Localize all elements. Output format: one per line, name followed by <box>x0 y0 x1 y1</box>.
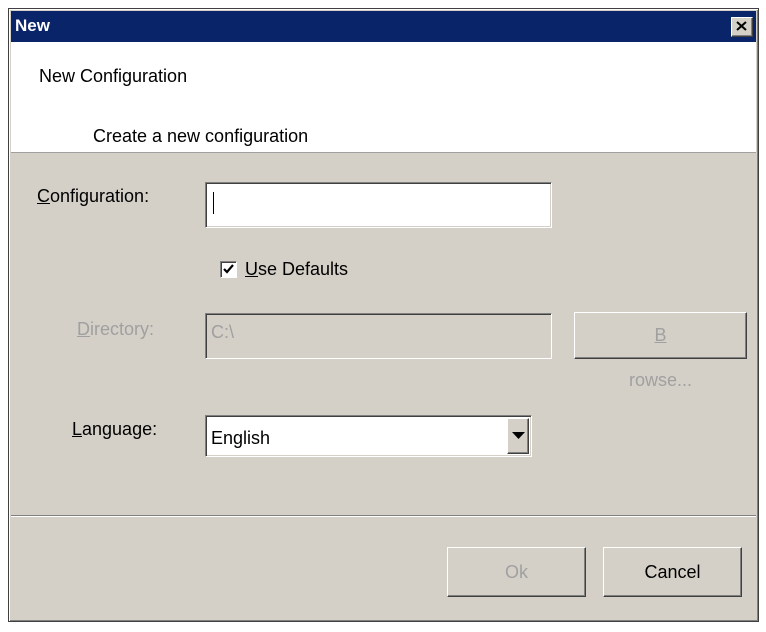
use-defaults-checkbox[interactable] <box>220 261 237 278</box>
ok-button-label: Ok <box>504 562 528 582</box>
header-title: New Configuration <box>39 66 188 86</box>
language-dropdown-button[interactable] <box>507 418 529 454</box>
language-label-mnemonic: L <box>72 419 83 439</box>
directory-label-rest: irectory: <box>90 319 155 339</box>
language-label: Language: <box>72 419 157 440</box>
directory-input[interactable]: C:\ <box>205 313 552 359</box>
language-selected-value: English <box>211 428 271 448</box>
browse-button-rest: rowse... <box>628 370 693 390</box>
chevron-down-icon <box>512 432 525 439</box>
window-title: New <box>15 16 50 35</box>
footer-separator <box>11 515 756 517</box>
configuration-label-rest: onfiguration: <box>50 186 150 206</box>
ok-button[interactable]: Ok <box>447 547 586 597</box>
title-bar[interactable]: New <box>11 11 756 42</box>
language-select[interactable]: English <box>205 415 532 457</box>
configuration-label-mnemonic: C <box>37 186 50 206</box>
cancel-button[interactable]: Cancel <box>603 547 742 597</box>
cancel-button-label: Cancel <box>644 562 701 582</box>
dialog-header: New Configuration Create a new configura… <box>11 42 756 153</box>
close-icon <box>736 21 747 31</box>
directory-label: Directory: <box>77 319 154 340</box>
check-icon <box>223 264 234 274</box>
directory-input-value: C:\ <box>211 322 235 342</box>
browse-button-mnemonic: B <box>654 325 667 345</box>
configuration-input[interactable] <box>205 182 552 228</box>
header-description: Create a new configuration <box>93 126 309 146</box>
text-cursor <box>213 192 214 214</box>
use-defaults-label[interactable]: Use Defaults <box>245 259 348 280</box>
browse-button-label: Browse... <box>575 313 746 403</box>
directory-label-mnemonic: D <box>77 319 90 339</box>
browse-button[interactable]: Browse... <box>574 312 747 390</box>
language-label-rest: anguage: <box>82 419 158 439</box>
dialog-window: New New Configuration Create a new confi… <box>8 8 759 622</box>
close-button[interactable] <box>731 17 753 37</box>
configuration-label: Configuration: <box>37 186 149 207</box>
use-defaults-label-rest: se Defaults <box>258 259 349 279</box>
use-defaults-label-mnemonic: U <box>245 259 258 279</box>
